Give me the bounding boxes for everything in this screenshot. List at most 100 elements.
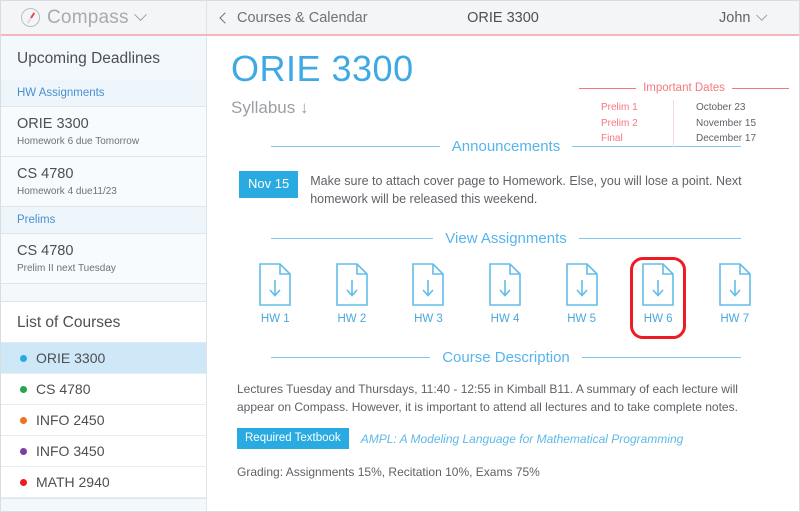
list-item[interactable]: CS 4780 Prelim II next Tuesday [1, 234, 206, 285]
assignment-label: HW 7 [720, 313, 750, 326]
divider [271, 238, 434, 240]
assignment-label: HW 5 [567, 313, 596, 326]
course-description-heading: Course Description [271, 349, 741, 366]
assignment-label: HW 6 [643, 313, 673, 326]
course-color-dot [20, 416, 27, 424]
course-label: ORIE 3300 [36, 350, 106, 367]
app-body: Upcoming Deadlines HW Assignments ORIE 3… [1, 36, 799, 511]
assignment-label: HW 1 [260, 313, 290, 326]
view-assignments-label: View Assignments [445, 230, 567, 248]
course-color-dot [20, 447, 27, 455]
assignments-list: HW 1 HW 2 HW 3 HW 4 HW 5 HW 6 HW 7 [231, 257, 781, 340]
download-document-icon [718, 263, 751, 306]
important-dates-table: Prelim 1 Prelim 2 Final October 23 Novem… [579, 100, 789, 147]
list-item[interactable]: ORIE 3300 Homework 6 due Tomorrow [1, 107, 206, 158]
assignments-section: View Assignments HW 1 HW 2 HW 3 HW 4 HW … [231, 230, 781, 340]
announcement-text: Make sure to attach cover page to Homewo… [310, 173, 742, 206]
divider [731, 87, 790, 89]
assignment-label: HW 3 [414, 313, 443, 326]
course-label: CS 4780 [36, 381, 91, 398]
deadline-note: Homework 4 due11/23 [17, 186, 117, 198]
required-textbook-badge: Required Textbook [237, 428, 349, 450]
download-document-icon [336, 263, 368, 306]
list-of-courses-title: List of Courses [1, 302, 206, 344]
announcement-item: Nov 15 Make sure to attach cover page to… [231, 170, 781, 208]
divider [581, 357, 741, 359]
sidebar-spacer [1, 284, 206, 303]
course-label: INFO 2450 [36, 412, 105, 429]
sidebar-item-info-2450[interactable]: INFO 2450 [1, 405, 206, 437]
divider [271, 145, 440, 147]
view-assignments-heading: View Assignments [271, 230, 742, 248]
course-label: MATH 2940 [36, 474, 110, 491]
divider [579, 87, 637, 89]
exam-date: November 15 [696, 117, 757, 129]
exam-date: October 23 [696, 102, 746, 113]
brand-name: Compass [47, 6, 129, 28]
course-label: INFO 3450 [36, 443, 105, 460]
upcoming-deadlines-title: Upcoming Deadlines [17, 50, 161, 67]
sidebar-item-cs-4780[interactable]: CS 4780 [1, 374, 206, 406]
sidebar-item-orie-3300[interactable]: ORIE 3300 [1, 343, 206, 375]
download-document-icon [565, 263, 598, 306]
list-item[interactable]: CS 4780 Homework 4 due11/23 [1, 157, 206, 208]
announcements-section: Announcements Nov 15 Make sure to attach… [231, 138, 781, 208]
status-badge: Nov 15 [239, 170, 299, 198]
download-document-icon [412, 263, 445, 306]
deadline-note: Prelim II next Tuesday [17, 263, 116, 275]
sidebar-item-math-2940[interactable]: MATH 2940 [1, 467, 206, 499]
sidebar-empty-area [1, 498, 206, 511]
announcements-label: Announcements [451, 137, 561, 155]
important-dates-panel: Important Dates Prelim 1 Prelim 2 Final … [579, 82, 790, 147]
chevron-left-icon [219, 11, 231, 24]
brand-menu[interactable]: Compass [1, 1, 207, 34]
sidebar-section-hw-assignments[interactable]: HW Assignments [1, 80, 206, 107]
sidebar-item-info-3450[interactable]: INFO 3450 [1, 436, 206, 468]
textbook-title-link[interactable]: AMPL: A Modeling Language for Mathematic… [361, 432, 684, 446]
assignment-hw-4[interactable]: HW 4 [467, 257, 544, 329]
main-content: ORIE 3300 Syllabus ↓ Important Dates Pre… [207, 36, 799, 511]
sidebar: Upcoming Deadlines HW Assignments ORIE 3… [1, 36, 207, 511]
deadline-course-name: CS 4780 [17, 243, 74, 260]
important-dates-labels: Prelim 1 Prelim 2 Final [601, 100, 674, 147]
course-description-body: Lectures Tuesday and Thursdays, 11:40 - … [237, 382, 738, 415]
divider [271, 357, 431, 359]
grading-text: Grading: Assignments 15%, Recitation 10%… [237, 465, 540, 480]
top-bar: Compass Courses & Calendar ORIE 3300 Joh… [1, 1, 799, 36]
assignment-hw-2[interactable]: HW 2 [314, 257, 391, 329]
important-dates-label: Important Dates [643, 82, 725, 94]
download-document-icon [642, 263, 674, 306]
course-color-dot [20, 478, 27, 486]
user-menu[interactable]: John [719, 9, 783, 26]
exam-date: December 17 [696, 133, 757, 144]
exam-label: Prelim 1 [601, 102, 638, 113]
course-description-section: Course Description Lectures Tuesday and … [231, 349, 781, 479]
assignment-label: HW 4 [490, 313, 520, 326]
assignment-hw-1[interactable]: HW 1 [237, 257, 314, 329]
important-dates-heading: Important Dates [579, 82, 790, 94]
course-color-dot [20, 354, 27, 362]
chevron-down-icon [755, 9, 767, 20]
user-menu-label: John [719, 9, 751, 26]
required-textbook-row: Required Textbook AMPL: A Modeling Langu… [231, 428, 781, 450]
course-description-label: Course Description [442, 349, 570, 367]
download-document-icon [489, 263, 521, 306]
important-dates-values: October 23 November 15 December 17 [674, 100, 756, 147]
chevron-down-icon[interactable] [133, 8, 147, 22]
top-bar-main: Courses & Calendar ORIE 3300 John [207, 1, 799, 34]
assignment-hw-5[interactable]: HW 5 [543, 257, 620, 329]
exam-label: Prelim 2 [601, 117, 638, 129]
divider [578, 238, 742, 240]
deadline-course-name: ORIE 3300 [17, 116, 89, 132]
compass-app-window: Compass Courses & Calendar ORIE 3300 Joh… [0, 0, 800, 512]
sidebar-section-prelims[interactable]: Prelims [1, 207, 206, 235]
back-to-courses-calendar-link[interactable]: Courses & Calendar [219, 10, 368, 26]
assignment-label: HW 2 [337, 313, 367, 326]
assignment-hw-3[interactable]: HW 3 [390, 257, 467, 329]
compass-icon [21, 8, 40, 27]
course-color-dot [20, 385, 27, 393]
download-document-icon [259, 263, 292, 306]
assignment-hw-7[interactable]: HW 7 [696, 257, 773, 329]
deadline-note: Homework 6 due Tomorrow [17, 136, 140, 148]
assignment-hw-6[interactable]: HW 6 [620, 257, 697, 340]
